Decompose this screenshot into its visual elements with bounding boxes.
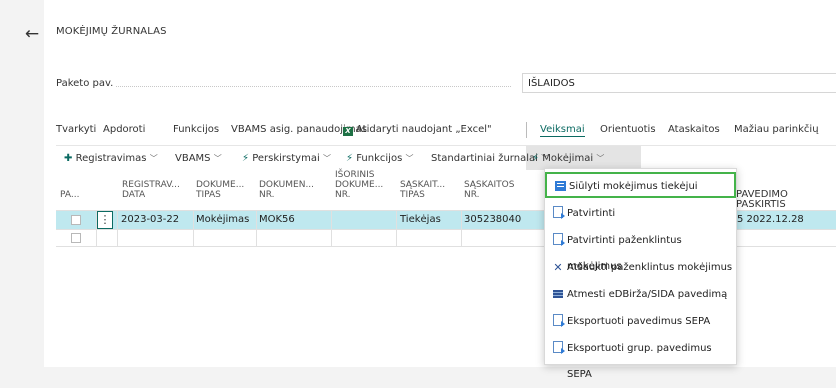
action-ataskaitos[interactable]: Ataskaitos bbox=[668, 124, 720, 135]
suggest-icon bbox=[554, 174, 566, 200]
chevron-down-icon: ﹀ bbox=[322, 154, 331, 163]
cell-account-no[interactable]: 305238040 bbox=[464, 211, 521, 229]
chevron-down-icon: ﹀ bbox=[213, 154, 222, 163]
lightning-icon: ⚡ bbox=[242, 153, 250, 164]
cell-doc-type[interactable]: Mokėjimas bbox=[196, 211, 249, 229]
page-title: MOKĖJIMŲ ŽURNALAS bbox=[56, 26, 167, 37]
menu-item-approve[interactable]: Patvirtinti bbox=[545, 201, 736, 227]
table-icon bbox=[552, 282, 564, 308]
lightning-icon: ⚡ bbox=[346, 153, 354, 164]
tab-perskirstymai[interactable]: ⚡ Perskirstymai ﹀ bbox=[242, 153, 331, 164]
header-line: DATA bbox=[122, 190, 146, 200]
tab-mokejimai[interactable]: ⚡ Mokėjimai ﹀ bbox=[532, 153, 604, 164]
batch-name-field[interactable]: IŠLAIDOS bbox=[522, 73, 836, 93]
menu-item-label: Eksportuoti grup. pavedimus SEPA bbox=[567, 343, 712, 380]
row-checkbox[interactable] bbox=[71, 215, 81, 225]
header-line: NR. bbox=[464, 190, 480, 200]
field-dotted-leader bbox=[116, 86, 511, 87]
header-line: SĄSKAIT... bbox=[400, 180, 446, 190]
menu-item-export-sepa[interactable]: Eksportuoti pavedimus SEPA bbox=[545, 309, 736, 335]
tab-funkcijos[interactable]: ⚡ Funkcijos ﹀ bbox=[346, 153, 413, 164]
header-line: DOKUME... bbox=[335, 180, 384, 190]
menu-item-label: Patvirtinti bbox=[567, 208, 616, 219]
row-actions-kebab-icon[interactable]: ⋮ bbox=[97, 211, 113, 229]
chevron-down-icon: ﹀ bbox=[149, 154, 158, 163]
column-divider bbox=[461, 211, 462, 246]
document-arrow-icon bbox=[552, 336, 565, 362]
column-header-saskaitos-nr[interactable]: SĄSKAITOS NR. bbox=[464, 180, 514, 200]
tab-standartiniai-label: Standartiniai žurnalai bbox=[431, 153, 538, 164]
action-funkcijos[interactable]: Funkcijos bbox=[173, 124, 219, 135]
chevron-down-icon: ﹀ bbox=[405, 154, 414, 163]
excel-icon: X bbox=[343, 127, 353, 136]
menu-item-export-group-sepa[interactable]: Eksportuoti grup. pavedimus SEPA bbox=[545, 336, 736, 380]
mokejimai-dropdown-menu: Siūlyti mokėjimus tiekėjui Patvirtinti P… bbox=[544, 168, 737, 380]
header-line: NR. bbox=[259, 190, 275, 200]
tab-perskirstymai-label: Perskirstymai bbox=[252, 153, 320, 164]
menu-item-label: Atmesti eDBirža/SIDA pavedimą bbox=[567, 289, 728, 300]
column-header-dokumento-tipas[interactable]: DOKUME... TIPAS bbox=[196, 180, 244, 200]
column-header-pavedimo-paskirtis[interactable]: PAVEDIMO PASKIRTIS bbox=[736, 190, 788, 210]
menu-item-reject-transfer[interactable]: Atmesti eDBirža/SIDA pavedimą bbox=[545, 282, 736, 308]
column-header-dokumento-nr[interactable]: DOKUMEN... NR. bbox=[259, 180, 314, 200]
action-tvarkyti[interactable]: Tvarkyti bbox=[56, 124, 96, 135]
tab-vbams[interactable]: VBAMS ﹀ bbox=[175, 153, 222, 164]
header-line: REGISTRAV... bbox=[122, 180, 180, 190]
tab-mokejimai-label: Mokėjimai bbox=[542, 153, 594, 164]
header-line: DOKUMEN... bbox=[259, 180, 315, 190]
action-open-in-excel-label: Atidaryti naudojant „Excel" bbox=[356, 124, 492, 135]
menu-item-cancel-marked[interactable]: ✕ Atšaukti paženklintus mokėjimus bbox=[545, 255, 736, 281]
action-orientuotis[interactable]: Orientuotis bbox=[600, 124, 656, 135]
tab-vbams-label: VBAMS bbox=[175, 153, 211, 164]
action-less-options[interactable]: Mažiau parinkčių bbox=[734, 124, 819, 135]
header-line: TIPAS bbox=[400, 190, 425, 200]
column-header-isorinis-dokumento-nr[interactable]: IŠORINIS DOKUME... NR. bbox=[335, 170, 383, 200]
document-arrow-icon bbox=[552, 201, 565, 227]
document-arrow-icon bbox=[552, 228, 565, 254]
action-open-in-excel[interactable]: X Atidaryti naudojant „Excel" bbox=[343, 124, 492, 136]
menu-item-label: Eksportuoti pavedimus SEPA bbox=[567, 316, 711, 327]
column-divider bbox=[256, 211, 257, 246]
menu-item-approve-marked[interactable]: Patvirtinti paženklintus mokėjimus bbox=[545, 228, 736, 272]
menu-item-label: Siūlyti mokėjimus tiekėjui bbox=[569, 181, 698, 192]
header-line: DOKUME... bbox=[196, 180, 245, 190]
cell-doc-no[interactable]: MOK56 bbox=[259, 211, 295, 229]
document-arrow-icon bbox=[552, 309, 565, 335]
column-header-registravimo-data[interactable]: REGISTRAV... DATA bbox=[122, 180, 180, 200]
header-line: NR. bbox=[335, 190, 351, 200]
header-line: TIPAS bbox=[196, 190, 221, 200]
back-arrow-icon[interactable]: ← bbox=[22, 24, 42, 44]
action-apdoroti[interactable]: Apdoroti bbox=[103, 124, 145, 135]
cell-date[interactable]: 2023-03-22 bbox=[121, 211, 179, 229]
chevron-down-icon: ﹀ bbox=[596, 154, 605, 163]
column-divider bbox=[331, 211, 332, 246]
x-icon: ✕ bbox=[553, 261, 563, 274]
menu-item-label: Atšaukti paženklintus mokėjimus bbox=[567, 262, 733, 273]
tab-registravimas[interactable]: ✚ Registravimas ﹀ bbox=[64, 153, 158, 164]
action-veiksmai[interactable]: Veiksmai bbox=[540, 124, 585, 137]
column-header-saskaitos-tipas[interactable]: SĄSKAIT... TIPAS bbox=[400, 180, 445, 200]
batch-name-label: Paketo pav. bbox=[56, 78, 114, 89]
row-checkbox[interactable] bbox=[71, 233, 81, 243]
column-header-pa[interactable]: PA... bbox=[60, 190, 79, 200]
column-divider bbox=[396, 211, 397, 246]
header-line: SĄSKAITOS bbox=[464, 180, 515, 190]
column-divider bbox=[193, 211, 194, 246]
lightning-icon: ⚡ bbox=[532, 153, 540, 164]
cell-account-type[interactable]: Tiekėjas bbox=[400, 211, 441, 229]
pin-plus-icon: ✚ bbox=[64, 153, 73, 164]
header-line: IŠORINIS bbox=[335, 170, 375, 180]
column-divider bbox=[117, 211, 118, 246]
cell-purpose[interactable]: 5 2022.12.28 bbox=[737, 211, 804, 229]
menu-item-suggest-payments[interactable]: Siūlyti mokėjimus tiekėjui bbox=[545, 172, 736, 198]
action-separator bbox=[526, 122, 527, 138]
tab-funkcijos-label: Funkcijos bbox=[356, 153, 403, 164]
tab-registravimas-label: Registravimas bbox=[75, 153, 147, 164]
